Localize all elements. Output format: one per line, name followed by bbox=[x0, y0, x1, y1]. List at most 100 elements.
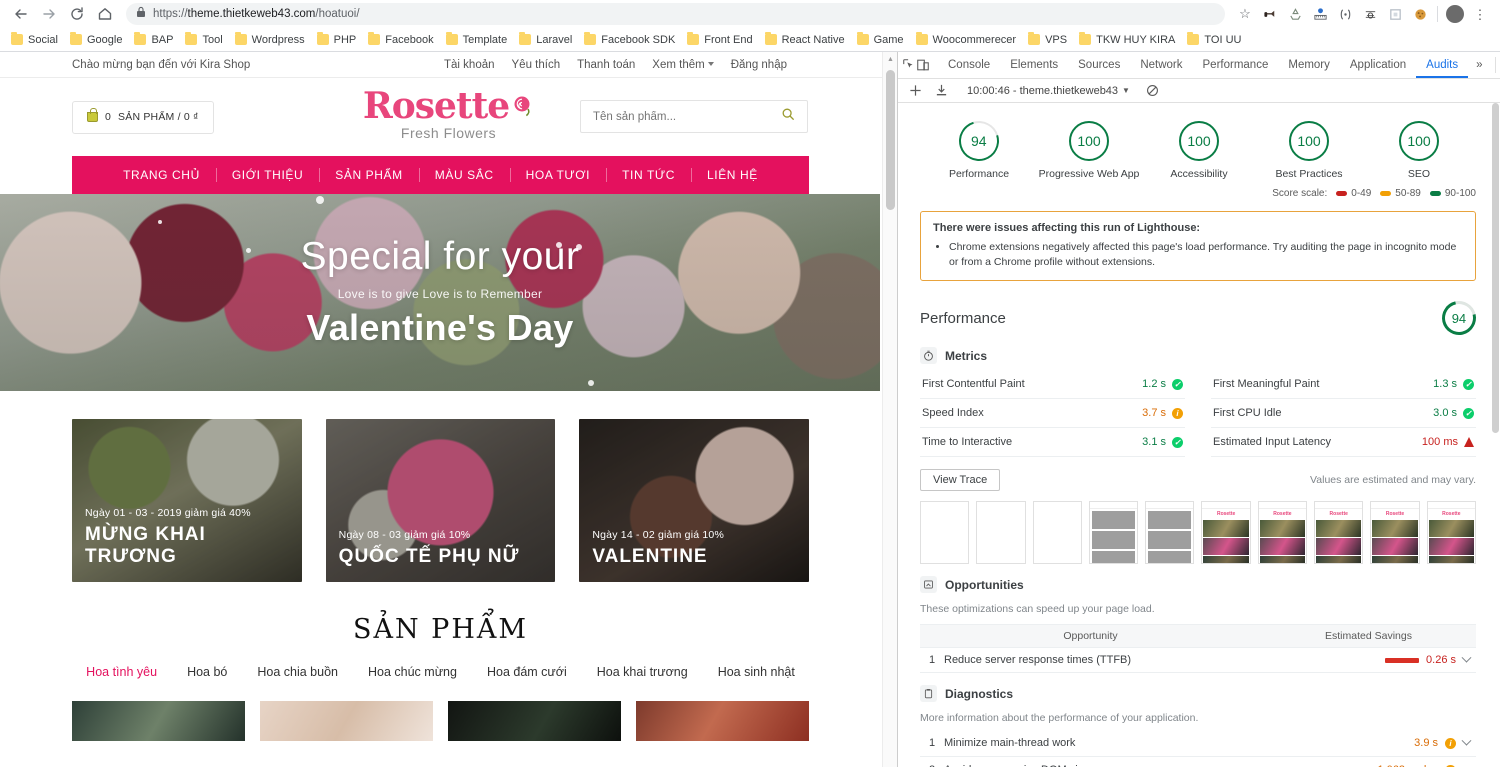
bookmark-item-15[interactable]: TKW HUY KIRA bbox=[1074, 32, 1182, 48]
bookmark-item-12[interactable]: Game bbox=[852, 32, 911, 48]
bookmark-item-2[interactable]: BAP bbox=[129, 32, 180, 48]
category-tab-6[interactable]: Hoa sinh nhật bbox=[718, 665, 795, 679]
extension-recycle-icon[interactable] bbox=[1283, 2, 1307, 26]
download-report-icon[interactable] bbox=[930, 81, 952, 101]
nav-item-6[interactable]: LIÊN HỆ bbox=[691, 168, 774, 182]
score-gauge-4[interactable]: 100 SEO bbox=[1364, 121, 1474, 180]
extension-cookie-icon[interactable] bbox=[1408, 2, 1432, 26]
bookmark-item-1[interactable]: Google bbox=[65, 32, 129, 48]
score-gauge-1[interactable]: 100 Progressive Web App bbox=[1034, 121, 1144, 180]
bookmark-item-9[interactable]: Facebook SDK bbox=[579, 32, 682, 48]
nav-item-3[interactable]: MÀU SẮC bbox=[418, 168, 510, 182]
devtools-tab-performance[interactable]: Performance bbox=[1193, 52, 1279, 78]
metric-row[interactable]: First Contentful Paint 1.2 s ✓ bbox=[920, 370, 1185, 400]
nav-item-5[interactable]: TIN TỨC bbox=[606, 168, 691, 182]
bookmark-item-4[interactable]: Wordpress bbox=[230, 32, 312, 48]
devtools-tab-network[interactable]: Network bbox=[1130, 52, 1192, 78]
devtools-tab-application[interactable]: Application bbox=[1340, 52, 1416, 78]
topbar-link-account[interactable]: Tài khoản bbox=[444, 59, 495, 71]
home-icon[interactable] bbox=[92, 1, 118, 27]
search-input[interactable] bbox=[593, 110, 773, 123]
devtools-scroll-thumb[interactable] bbox=[1492, 103, 1499, 433]
table-row[interactable]: 1 Reduce server response times (TTFB) 0.… bbox=[920, 648, 1476, 674]
product-thumbnail[interactable] bbox=[260, 701, 433, 741]
devtools-tab-audits[interactable]: Audits bbox=[1416, 52, 1468, 78]
topbar-link-checkout[interactable]: Thanh toán bbox=[577, 59, 635, 71]
topbar-link-more[interactable]: Xem thêm bbox=[652, 59, 714, 71]
cart-button[interactable]: 0 SẢN PHẨM / 0 ₫ bbox=[72, 100, 214, 134]
product-thumbnail[interactable] bbox=[636, 701, 809, 741]
category-tab-4[interactable]: Hoa đám cưới bbox=[487, 665, 567, 679]
category-tab-3[interactable]: Hoa chúc mừng bbox=[368, 665, 457, 679]
forward-arrow-icon[interactable] bbox=[36, 1, 62, 27]
metric-row[interactable]: Time to Interactive 3.1 s ✓ bbox=[920, 428, 1185, 458]
reload-icon[interactable] bbox=[64, 1, 90, 27]
bookmark-item-10[interactable]: Front End bbox=[682, 32, 759, 48]
extension-ruler-icon[interactable] bbox=[1308, 2, 1332, 26]
device-toolbar-icon[interactable] bbox=[916, 52, 930, 78]
extension-script-icon[interactable]: ꝋ bbox=[1358, 2, 1382, 26]
category-tab-1[interactable]: Hoa bó bbox=[187, 665, 227, 679]
score-gauge-2[interactable]: 100 Accessibility bbox=[1144, 121, 1254, 180]
chevron-down-icon[interactable] bbox=[1461, 652, 1472, 663]
profile-avatar-icon[interactable] bbox=[1443, 2, 1467, 26]
nav-item-1[interactable]: GIỚI THIỆU bbox=[215, 168, 319, 182]
page-scrollbar[interactable]: ▲ bbox=[882, 52, 897, 767]
devtools-tab-console[interactable]: Console bbox=[938, 52, 1000, 78]
score-gauge-0[interactable]: 94 Performance bbox=[924, 113, 1034, 180]
devtools-tab-memory[interactable]: Memory bbox=[1278, 52, 1340, 78]
devtools-tab-sources[interactable]: Sources bbox=[1068, 52, 1130, 78]
report-select[interactable]: 10:00:46 - theme.thietkeweb43 bbox=[967, 85, 1118, 97]
back-arrow-icon[interactable] bbox=[8, 1, 34, 27]
bookmark-item-11[interactable]: React Native bbox=[760, 32, 852, 48]
bookmark-item-8[interactable]: Laravel bbox=[514, 32, 579, 48]
promo-card[interactable]: Ngày 01 - 03 - 2019 giảm giá 40% MỪNG KH… bbox=[72, 419, 302, 582]
scroll-up-arrow[interactable]: ▲ bbox=[887, 56, 894, 63]
promo-card[interactable]: Ngày 14 - 02 giảm giá 10% VALENTINE bbox=[579, 419, 810, 582]
bookmark-item-7[interactable]: Template bbox=[441, 32, 515, 48]
table-row[interactable]: 1 Minimize main-thread work 3.9 s i bbox=[920, 730, 1476, 758]
product-thumbnail[interactable] bbox=[72, 701, 245, 741]
nav-item-0[interactable]: TRANG CHỦ bbox=[107, 168, 216, 182]
metric-row[interactable]: Speed Index 3.7 s i bbox=[920, 399, 1185, 429]
bookmark-item-13[interactable]: Woocommerecer bbox=[911, 32, 1024, 48]
devtools-tab-elements[interactable]: Elements bbox=[1000, 52, 1068, 78]
chevron-down-icon[interactable] bbox=[1461, 735, 1472, 746]
bookmark-item-5[interactable]: PHP bbox=[312, 32, 364, 48]
category-tab-5[interactable]: Hoa khai trương bbox=[597, 665, 688, 679]
clear-all-icon[interactable] bbox=[1142, 81, 1164, 101]
bookmark-item-6[interactable]: Facebook bbox=[363, 32, 440, 48]
topbar-link-login[interactable]: Đăng nhập bbox=[731, 59, 787, 71]
category-tab-0[interactable]: Hoa tình yêu bbox=[86, 665, 157, 679]
extension-brackets-icon[interactable] bbox=[1333, 2, 1357, 26]
view-trace-button[interactable]: View Trace bbox=[920, 469, 1001, 492]
product-search-box[interactable] bbox=[580, 100, 808, 133]
category-tab-2[interactable]: Hoa chia buồn bbox=[257, 665, 338, 679]
table-row[interactable]: 2Avoid an excessive DOM size1,063 nodes i bbox=[920, 757, 1476, 767]
bookmark-item-16[interactable]: TOI UU bbox=[1182, 32, 1248, 48]
page-scroll-thumb[interactable] bbox=[886, 70, 895, 210]
nav-item-4[interactable]: HOA TƯƠI bbox=[509, 168, 606, 182]
bookmark-item-0[interactable]: Social bbox=[6, 32, 65, 48]
inspect-element-icon[interactable] bbox=[902, 52, 916, 78]
metric-row[interactable]: First Meaningful Paint 1.3 s ✓ bbox=[1211, 370, 1476, 400]
devtools-scrollbar[interactable] bbox=[1491, 103, 1500, 767]
three-dot-menu-icon[interactable]: ⋮ bbox=[1468, 2, 1492, 26]
add-audit-icon[interactable] bbox=[904, 81, 926, 101]
chevron-down-icon[interactable] bbox=[1461, 762, 1472, 767]
extension-pocket-icon[interactable] bbox=[1258, 2, 1282, 26]
product-thumbnail[interactable] bbox=[448, 701, 621, 741]
bookmark-item-14[interactable]: VPS bbox=[1023, 32, 1074, 48]
score-gauge-3[interactable]: 100 Best Practices bbox=[1254, 121, 1364, 180]
extension-grid-icon[interactable] bbox=[1383, 2, 1407, 26]
topbar-link-favorites[interactable]: Yêu thích bbox=[512, 59, 561, 71]
bookmark-item-3[interactable]: Tool bbox=[180, 32, 229, 48]
metric-row[interactable]: First CPU Idle 3.0 s ✓ bbox=[1211, 399, 1476, 429]
promo-card[interactable]: Ngày 08 - 03 giảm giá 10% QUỐC TẾ PHỤ NỮ bbox=[325, 419, 556, 582]
report-select-chevron-icon[interactable]: ▼ bbox=[1122, 86, 1130, 95]
nav-item-2[interactable]: SẢN PHẨM bbox=[319, 168, 418, 182]
search-icon[interactable] bbox=[781, 107, 795, 126]
more-tabs-chevron-icon[interactable]: » bbox=[1468, 52, 1490, 78]
address-bar[interactable]: https://theme.thietkeweb43.com/hoatuoi/ bbox=[126, 3, 1225, 25]
star-icon[interactable]: ☆ bbox=[1233, 2, 1257, 26]
